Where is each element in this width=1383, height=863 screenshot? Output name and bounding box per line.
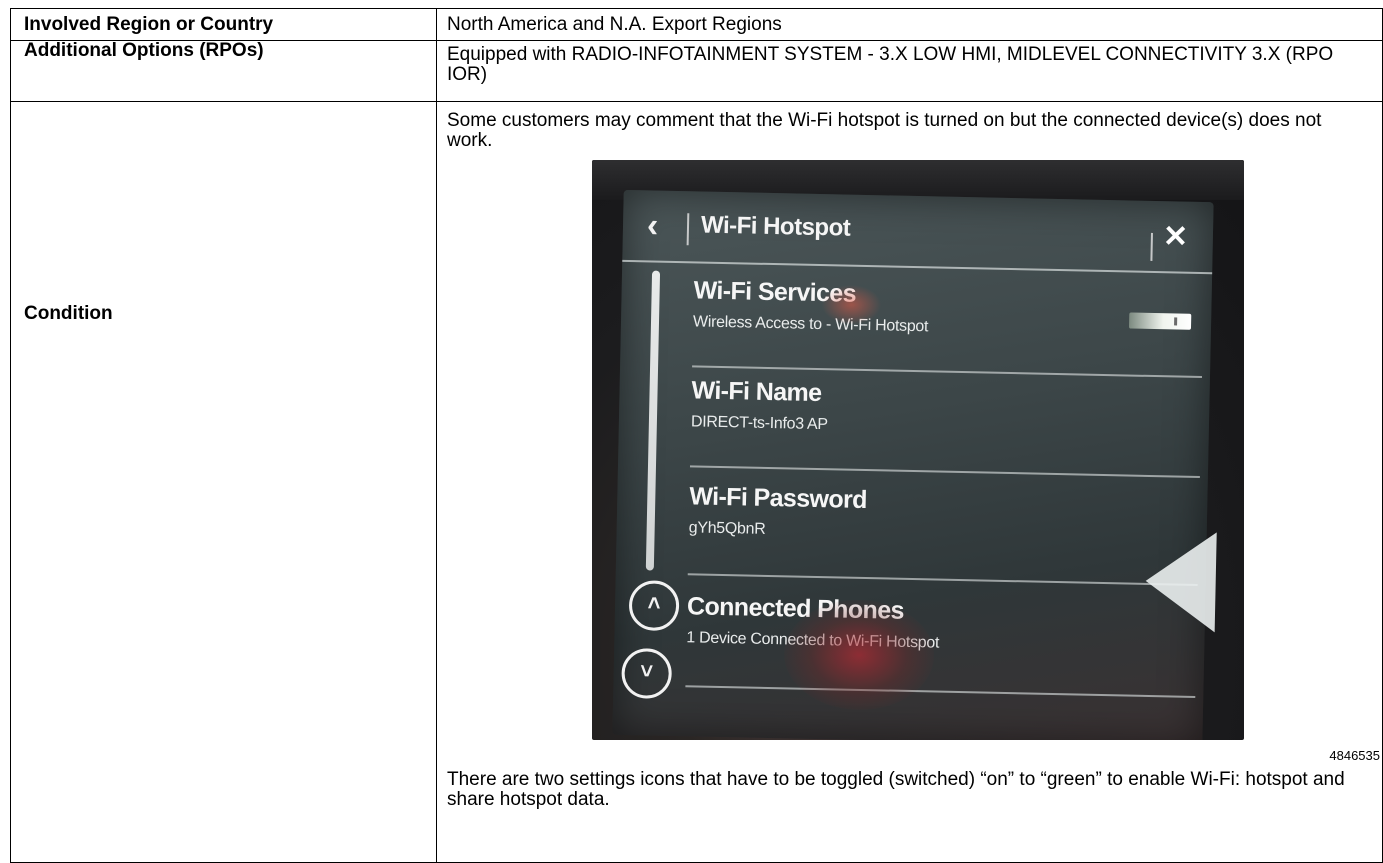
row-condition: Condition Some customers may comment tha… <box>10 101 1383 863</box>
header-divider-right <box>1150 232 1153 261</box>
condition-text-1: Some customers may comment that the Wi-F… <box>447 110 1322 151</box>
condition-text-2: There are two settings icons that have t… <box>447 769 1345 810</box>
condition-label-text: Condition <box>24 303 113 324</box>
item-title: Connected Phones <box>686 592 905 625</box>
item-subtitle: 1 Device Connected to Wi-Fi Hotspot <box>686 629 939 651</box>
infotainment-screen: ‹ Wi-Fi Hotspot ✕ Wi-Fi Services Wireles… <box>612 189 1217 740</box>
item-title: Wi-Fi Services <box>693 276 857 308</box>
list-item-wifi-name: Wi-Fi Name DIRECT-ts-Info3 AP <box>689 375 1202 479</box>
bulletin-table: Involved Region or Country North America… <box>10 8 1383 863</box>
row-additional-options: Additional Options (RPOs) Equipped with … <box>10 40 1383 102</box>
wifi-hotspot-photo: ‹ Wi-Fi Hotspot ✕ Wi-Fi Services Wireles… <box>592 160 1244 740</box>
region-label: Involved Region or Country <box>10 8 437 41</box>
chevron-up-icon: ˄ <box>628 580 680 632</box>
chevron-down-icon: ˅ <box>621 647 673 699</box>
row-involved-region: Involved Region or Country North America… <box>10 8 1383 41</box>
chevron-left-icon: ‹ <box>646 206 659 245</box>
screen-title: Wi-Fi Hotspot <box>700 211 851 242</box>
item-subtitle: gYh5QbnR <box>688 519 766 538</box>
item-subtitle: DIRECT-ts-Info3 AP <box>690 413 828 434</box>
item-title: Wi-Fi Name <box>691 376 822 408</box>
list-item-wifi-services: Wi-Fi Services Wireless Access to - Wi-F… <box>692 275 1204 379</box>
options-value: Equipped with RADIO-INFOTAINMENT SYSTEM … <box>436 40 1383 102</box>
condition-label: Condition <box>10 101 437 863</box>
list-item-wifi-password: Wi-Fi Password gYh5QbnR <box>687 481 1200 586</box>
light-reflection <box>821 284 882 326</box>
wifi-services-toggle <box>1128 312 1192 330</box>
item-title: Wi-Fi Password <box>689 482 868 515</box>
screen-glare <box>1144 530 1217 633</box>
condition-value: Some customers may comment that the Wi-F… <box>436 101 1383 863</box>
close-icon: ✕ <box>1162 220 1189 254</box>
list-item-connected-phones: Connected Phones 1 Device Connected to W… <box>685 591 1198 698</box>
scrollbar <box>645 270 661 571</box>
figure-id: 4846535 <box>1329 748 1380 763</box>
item-subtitle: Wireless Access to - Wi-Fi Hotspot <box>692 313 929 336</box>
region-value: North America and N.A. Export Regions <box>436 8 1383 41</box>
header-divider <box>686 213 690 246</box>
screen-header: ‹ Wi-Fi Hotspot ✕ <box>622 189 1214 275</box>
options-label: Additional Options (RPOs) <box>10 40 437 102</box>
